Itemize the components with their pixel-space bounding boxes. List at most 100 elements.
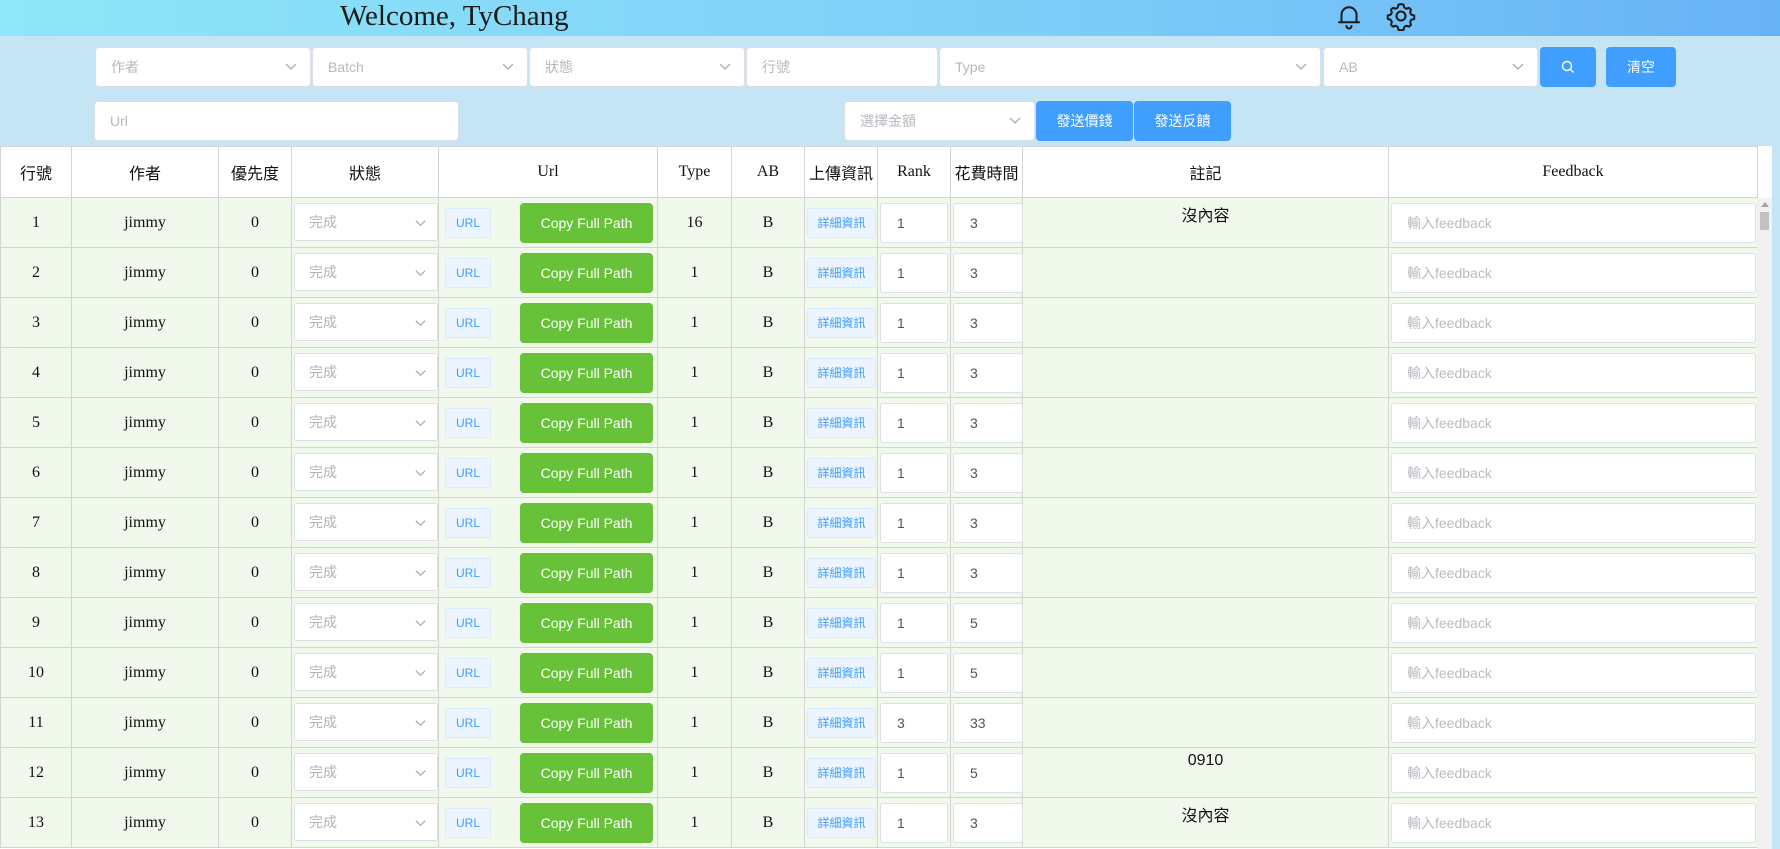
feedback-input[interactable]: 輸入feedback <box>1391 753 1756 793</box>
copy-full-path-button[interactable]: Copy Full Path <box>520 603 653 643</box>
status-dropdown[interactable]: 完成 <box>294 653 438 691</box>
rank-input[interactable]: 1 <box>880 303 948 343</box>
status-dropdown[interactable]: 完成 <box>294 303 438 341</box>
feedback-input[interactable]: 輸入feedback <box>1391 253 1756 293</box>
details-button[interactable]: 詳細資訊 <box>807 408 876 438</box>
feedback-input[interactable]: 輸入feedback <box>1391 703 1756 743</box>
time-spent-input[interactable]: 3 <box>953 253 1023 293</box>
url-link[interactable]: URL <box>445 208 491 238</box>
details-button[interactable]: 詳細資訊 <box>807 658 876 688</box>
feedback-input[interactable]: 輸入feedback <box>1391 653 1756 693</box>
copy-full-path-button[interactable]: Copy Full Path <box>520 503 653 543</box>
rank-input[interactable]: 1 <box>880 553 948 593</box>
rank-input[interactable]: 1 <box>880 253 948 293</box>
author-select[interactable]: 作者 <box>95 47 311 87</box>
bell-icon[interactable] <box>1333 0 1365 32</box>
feedback-input[interactable]: 輸入feedback <box>1391 603 1756 643</box>
details-button[interactable]: 詳細資訊 <box>807 708 876 738</box>
url-link[interactable]: URL <box>445 358 491 388</box>
ab-select[interactable]: AB <box>1323 47 1538 87</box>
table-scrollbar[interactable] <box>1757 198 1772 849</box>
time-spent-input[interactable]: 3 <box>953 203 1023 243</box>
url-link[interactable]: URL <box>445 708 491 738</box>
time-spent-input[interactable]: 3 <box>953 353 1023 393</box>
url-link[interactable]: URL <box>445 758 491 788</box>
url-link[interactable]: URL <box>445 808 491 838</box>
time-spent-input[interactable]: 5 <box>953 753 1023 793</box>
status-dropdown[interactable]: 完成 <box>294 453 438 491</box>
rank-input[interactable]: 1 <box>880 653 948 693</box>
time-spent-input[interactable]: 33 <box>953 703 1023 743</box>
url-link[interactable]: URL <box>445 608 491 638</box>
details-button[interactable]: 詳細資訊 <box>807 208 876 238</box>
copy-full-path-button[interactable]: Copy Full Path <box>520 303 653 343</box>
time-spent-input[interactable]: 3 <box>953 503 1023 543</box>
copy-full-path-button[interactable]: Copy Full Path <box>520 253 653 293</box>
rank-input[interactable]: 3 <box>880 703 948 743</box>
time-spent-input[interactable]: 3 <box>953 553 1023 593</box>
status-dropdown[interactable]: 完成 <box>294 753 438 791</box>
details-button[interactable]: 詳細資訊 <box>807 508 876 538</box>
status-dropdown[interactable]: 完成 <box>294 203 438 241</box>
feedback-input[interactable]: 輸入feedback <box>1391 503 1756 543</box>
url-input[interactable]: Url <box>94 101 459 141</box>
feedback-input[interactable]: 輸入feedback <box>1391 403 1756 443</box>
clear-button[interactable]: 清空 <box>1606 47 1676 87</box>
status-dropdown[interactable]: 完成 <box>294 253 438 291</box>
send-price-button[interactable]: 發送價錢 <box>1036 101 1133 141</box>
rank-input[interactable]: 1 <box>880 403 948 443</box>
rank-input[interactable]: 1 <box>880 353 948 393</box>
url-link[interactable]: URL <box>445 658 491 688</box>
feedback-input[interactable]: 輸入feedback <box>1391 353 1756 393</box>
rank-input[interactable]: 1 <box>880 203 948 243</box>
details-button[interactable]: 詳細資訊 <box>807 558 876 588</box>
status-dropdown[interactable]: 完成 <box>294 503 438 541</box>
rank-input[interactable]: 1 <box>880 803 948 843</box>
copy-full-path-button[interactable]: Copy Full Path <box>520 203 653 243</box>
status-dropdown[interactable]: 完成 <box>294 703 438 741</box>
gear-icon[interactable] <box>1385 0 1417 32</box>
copy-full-path-button[interactable]: Copy Full Path <box>520 403 653 443</box>
url-link[interactable]: URL <box>445 558 491 588</box>
time-spent-input[interactable]: 5 <box>953 603 1023 643</box>
feedback-input[interactable]: 輸入feedback <box>1391 303 1756 343</box>
scroll-up-arrow-icon[interactable] <box>1761 202 1769 207</box>
copy-full-path-button[interactable]: Copy Full Path <box>520 453 653 493</box>
feedback-input[interactable]: 輸入feedback <box>1391 203 1756 243</box>
time-spent-input[interactable]: 3 <box>953 303 1023 343</box>
time-spent-input[interactable]: 3 <box>953 453 1023 493</box>
url-link[interactable]: URL <box>445 508 491 538</box>
status-dropdown[interactable]: 完成 <box>294 553 438 591</box>
feedback-input[interactable]: 輸入feedback <box>1391 803 1756 843</box>
details-button[interactable]: 詳細資訊 <box>807 258 876 288</box>
status-dropdown[interactable]: 完成 <box>294 353 438 391</box>
copy-full-path-button[interactable]: Copy Full Path <box>520 803 653 843</box>
details-button[interactable]: 詳細資訊 <box>807 458 876 488</box>
url-link[interactable]: URL <box>445 308 491 338</box>
copy-full-path-button[interactable]: Copy Full Path <box>520 653 653 693</box>
rank-input[interactable]: 1 <box>880 603 948 643</box>
details-button[interactable]: 詳細資訊 <box>807 358 876 388</box>
details-button[interactable]: 詳細資訊 <box>807 608 876 638</box>
status-dropdown[interactable]: 完成 <box>294 403 438 441</box>
type-select[interactable]: Type <box>939 47 1321 87</box>
url-link[interactable]: URL <box>445 258 491 288</box>
feedback-input[interactable]: 輸入feedback <box>1391 553 1756 593</box>
send-feedback-button[interactable]: 發送反饋 <box>1134 101 1231 141</box>
copy-full-path-button[interactable]: Copy Full Path <box>520 553 653 593</box>
row-number-input[interactable]: 行號 <box>746 47 938 87</box>
details-button[interactable]: 詳細資訊 <box>807 308 876 338</box>
details-button[interactable]: 詳細資訊 <box>807 758 876 788</box>
details-button[interactable]: 詳細資訊 <box>807 808 876 838</box>
url-link[interactable]: URL <box>445 458 491 488</box>
copy-full-path-button[interactable]: Copy Full Path <box>520 703 653 743</box>
search-button[interactable] <box>1540 47 1596 87</box>
amount-select[interactable]: 選擇金額 <box>844 101 1035 141</box>
time-spent-input[interactable]: 3 <box>953 403 1023 443</box>
rank-input[interactable]: 1 <box>880 503 948 543</box>
rank-input[interactable]: 1 <box>880 753 948 793</box>
url-link[interactable]: URL <box>445 408 491 438</box>
status-dropdown[interactable]: 完成 <box>294 803 438 841</box>
status-dropdown[interactable]: 完成 <box>294 603 438 641</box>
rank-input[interactable]: 1 <box>880 453 948 493</box>
